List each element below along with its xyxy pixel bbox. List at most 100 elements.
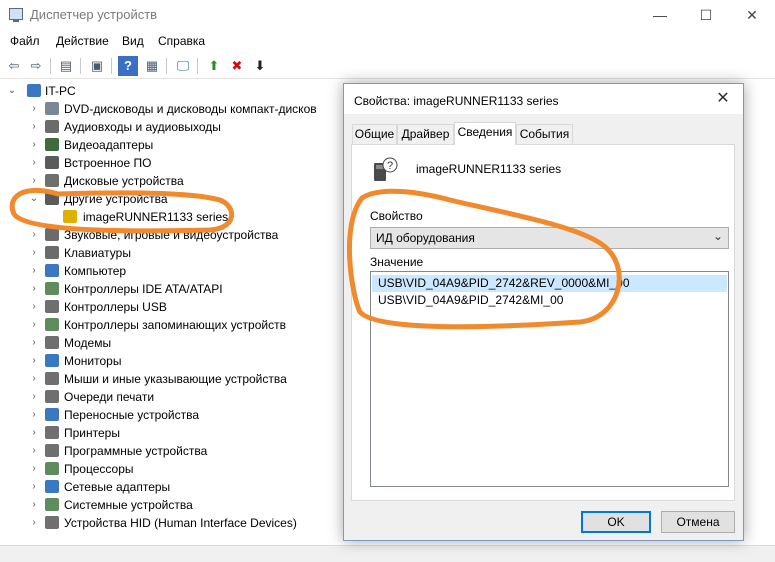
help-icon[interactable]: ? <box>118 56 138 76</box>
tree-item[interactable]: › Мыши и иные указывающие устройства <box>0 370 340 388</box>
tree-item[interactable]: › Модемы <box>0 334 340 352</box>
forward-icon[interactable]: ⇨ <box>26 56 46 76</box>
expand-icon[interactable]: › <box>28 372 40 386</box>
menu-help[interactable]: Справка <box>158 34 205 48</box>
expand-icon[interactable]: › <box>28 174 40 188</box>
tree-item-label: Системные устройства <box>64 498 193 512</box>
tree-item[interactable]: › Принтеры <box>0 424 340 442</box>
expand-icon[interactable]: › <box>28 120 40 134</box>
property-select[interactable]: ИД оборудования ⌄ <box>370 227 729 249</box>
tree-item[interactable]: imageRUNNER1133 series <box>0 208 340 226</box>
tree-item[interactable]: › Переносные устройства <box>0 406 340 424</box>
tree-item[interactable]: › Контроллеры USB <box>0 298 340 316</box>
expand-icon[interactable]: › <box>28 102 40 116</box>
tree-item[interactable]: › Видеоадаптеры <box>0 136 340 154</box>
expand-icon[interactable]: › <box>28 336 40 350</box>
tree-item[interactable]: › Сетевые адаптеры <box>0 478 340 496</box>
minimize-button[interactable]: — <box>637 0 683 30</box>
action-icon[interactable]: ▦ <box>142 56 162 76</box>
value-listbox[interactable]: USB\VID_04A9&PID_2742&REV_0000&MI_00 USB… <box>370 271 729 487</box>
tree-item[interactable]: › Встроенное ПО <box>0 154 340 172</box>
tree-item-label: Мониторы <box>64 354 122 368</box>
expand-icon[interactable]: › <box>28 156 40 170</box>
tree-item[interactable]: › Процессоры <box>0 460 340 478</box>
category-icon <box>45 462 59 475</box>
collapse-icon[interactable]: ⌄ <box>28 192 40 206</box>
cancel-button[interactable]: Отмена <box>661 511 735 533</box>
tree-item[interactable]: › Контроллеры запоминающих устройств <box>0 316 340 334</box>
tree-item[interactable]: › Контроллеры IDE ATA/ATAPI <box>0 280 340 298</box>
title-bar[interactable]: Диспетчер устройств — ☐ ✕ <box>0 0 775 30</box>
expand-icon[interactable]: › <box>28 300 40 314</box>
update-driver-icon[interactable]: ⬆ <box>204 56 224 76</box>
properties-icon[interactable]: ▤ <box>56 56 76 76</box>
tree-item-label: Программные устройства <box>64 444 208 458</box>
tree-item-label: Очереди печати <box>64 390 155 404</box>
collapse-icon[interactable]: ⌄ <box>6 84 18 98</box>
close-button[interactable]: ✕ <box>729 0 775 30</box>
tree-item[interactable]: › DVD-дисководы и дисководы компакт-диско… <box>0 100 340 118</box>
expand-icon[interactable]: › <box>28 138 40 152</box>
tree-item[interactable]: › Устройства HID (Human Interface Devices… <box>0 514 340 532</box>
back-icon[interactable]: ⇦ <box>4 56 24 76</box>
expand-icon[interactable]: › <box>28 228 40 242</box>
download-icon[interactable]: ⬇ <box>250 56 270 76</box>
properties-dialog: Свойства: imageRUNNER1133 series ✕ Общие… <box>343 83 744 541</box>
tree-item[interactable]: › Очереди печати <box>0 388 340 406</box>
tree-item-label: Процессоры <box>64 462 134 476</box>
tree-item-label: Компьютер <box>64 264 127 278</box>
tree-root[interactable]: ⌄ IT-PC <box>0 82 340 100</box>
monitor-icon[interactable]: 🖵 <box>173 56 193 76</box>
category-icon <box>45 264 59 277</box>
tab-driver[interactable]: Драйвер <box>397 124 454 144</box>
expand-icon[interactable]: › <box>28 516 40 530</box>
ok-button[interactable]: OK <box>581 511 651 533</box>
toolbar-separator <box>166 58 167 74</box>
category-icon <box>45 480 59 493</box>
expand-icon[interactable]: › <box>28 246 40 260</box>
expand-icon[interactable]: › <box>28 354 40 368</box>
show-hidden-icon[interactable]: ▣ <box>87 56 107 76</box>
dialog-close-button[interactable]: ✕ <box>709 88 737 110</box>
expand-icon[interactable]: › <box>28 462 40 476</box>
expand-icon[interactable]: › <box>28 498 40 512</box>
list-item[interactable]: USB\VID_04A9&PID_2742&MI_00 <box>372 292 727 309</box>
tree-item[interactable]: › Звуковые, игровые и видеоустройства <box>0 226 340 244</box>
tree-item[interactable]: › Системные устройства <box>0 496 340 514</box>
expand-icon[interactable]: › <box>28 408 40 422</box>
value-label: Значение <box>370 255 424 269</box>
maximize-button[interactable]: ☐ <box>683 0 729 30</box>
menu-action[interactable]: Действие <box>56 34 109 48</box>
expand-icon[interactable]: › <box>28 282 40 296</box>
expand-icon[interactable]: › <box>28 390 40 404</box>
tree-item-label: Видеоадаптеры <box>64 138 154 152</box>
tree-item-label: Контроллеры IDE ATA/ATAPI <box>64 282 223 296</box>
tree-item[interactable]: ⌄ Другие устройства <box>0 190 340 208</box>
menu-view[interactable]: Вид <box>122 34 144 48</box>
tree-item[interactable]: › Программные устройства <box>0 442 340 460</box>
tree-item[interactable]: › Аудиовходы и аудиовыходы <box>0 118 340 136</box>
tree-item[interactable]: › Дисковые устройства <box>0 172 340 190</box>
tab-events[interactable]: События <box>516 124 573 144</box>
category-icon <box>45 300 59 313</box>
uninstall-icon[interactable]: ✖ <box>227 56 247 76</box>
tab-details[interactable]: Сведения <box>454 122 516 145</box>
category-icon <box>45 408 59 421</box>
computer-icon <box>27 84 41 97</box>
tree-item[interactable]: › Мониторы <box>0 352 340 370</box>
expand-icon[interactable]: › <box>28 444 40 458</box>
dialog-title-bar[interactable]: Свойства: imageRUNNER1133 series ✕ <box>344 84 743 114</box>
expand-icon[interactable]: › <box>28 480 40 494</box>
tree-item[interactable]: › Компьютер <box>0 262 340 280</box>
toolbar-separator <box>50 58 51 74</box>
toolbar-separator <box>80 58 81 74</box>
tree-item[interactable]: › Клавиатуры <box>0 244 340 262</box>
tree-item-label: Модемы <box>64 336 112 350</box>
toolbar-separator <box>197 58 198 74</box>
menu-file[interactable]: Файл <box>10 34 40 48</box>
expand-icon[interactable]: › <box>28 426 40 440</box>
tab-general[interactable]: Общие <box>352 124 397 144</box>
list-item[interactable]: USB\VID_04A9&PID_2742&REV_0000&MI_00 <box>372 275 727 292</box>
expand-icon[interactable]: › <box>28 318 40 332</box>
expand-icon[interactable]: › <box>28 264 40 278</box>
